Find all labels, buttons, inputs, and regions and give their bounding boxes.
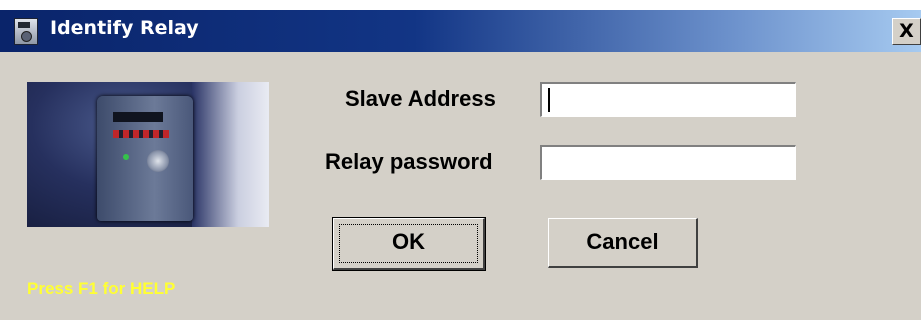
relay-device-image xyxy=(27,82,269,227)
ok-button[interactable]: OK xyxy=(332,217,486,271)
slave-address-label: Slave Address xyxy=(345,86,496,111)
help-hint: Press F1 for HELP xyxy=(27,279,176,298)
close-icon: X xyxy=(899,20,914,42)
window-title: Identify Relay xyxy=(50,17,199,39)
cancel-button-label: Cancel xyxy=(586,229,659,254)
title-bar[interactable]: Identify Relay X xyxy=(0,10,921,52)
cancel-button[interactable]: Cancel xyxy=(548,218,698,268)
relay-password-label: Relay password xyxy=(325,149,493,174)
close-button[interactable]: X xyxy=(892,18,921,45)
relay-icon[interactable] xyxy=(14,18,38,45)
identify-relay-dialog: Identify Relay X Slave Address Relay pas… xyxy=(0,10,921,320)
slave-address-input[interactable] xyxy=(540,82,796,117)
focus-rectangle xyxy=(339,224,478,263)
relay-password-input[interactable] xyxy=(540,145,796,180)
text-cursor xyxy=(548,88,550,112)
